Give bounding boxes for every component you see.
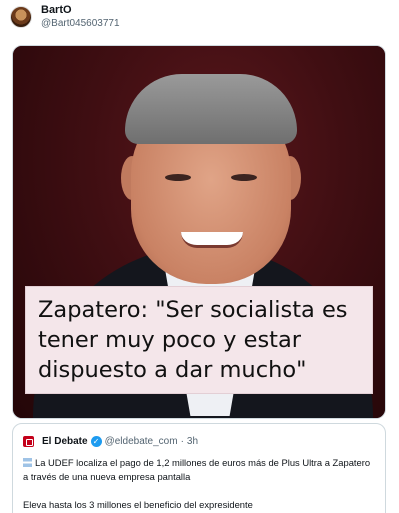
separator-dot: · <box>180 435 184 447</box>
author-names: BartO @Bart045603771 <box>41 4 120 30</box>
quoted-text-1: La UDEF localiza el pago de 1,2 millones… <box>23 457 371 482</box>
post-image[interactable]: Zapatero: "Ser socialista es tener muy p… <box>12 45 386 419</box>
quoted-display-name[interactable]: El Debate <box>42 436 88 447</box>
user-handle[interactable]: @Bart045603771 <box>41 17 120 30</box>
image-caption-text: Zapatero: "Ser socialista es tener muy p… <box>38 297 348 383</box>
quoted-handle[interactable]: @eldebate_com <box>105 436 178 447</box>
person-smile <box>181 232 243 248</box>
quoted-post[interactable]: El Debate ✓ @eldebate_com · 3h La UDEF l… <box>12 423 386 513</box>
argentina-flag-icon <box>23 458 32 467</box>
el-debate-logo-icon[interactable] <box>23 435 34 447</box>
quoted-paragraph-2: Eleva hasta los 3 millones el beneficio … <box>23 499 253 510</box>
quoted-post-body: La UDEF localiza el pago de 1,2 millones… <box>23 456 375 512</box>
image-caption-box: Zapatero: "Ser socialista es tener muy p… <box>25 286 373 394</box>
person-eye-left <box>165 174 191 181</box>
post-header: BartO @Bart045603771 <box>10 3 120 31</box>
quoted-post-header: El Debate ✓ @eldebate_com · 3h <box>23 434 375 448</box>
verified-badge-icon: ✓ <box>90 435 102 447</box>
person-eye-right <box>231 174 257 181</box>
quoted-timestamp[interactable]: 3h <box>187 436 198 447</box>
user-avatar[interactable] <box>10 6 32 28</box>
display-name[interactable]: BartO <box>41 4 120 17</box>
person-hair <box>125 74 297 144</box>
quoted-paragraph-1: La UDEF localiza el pago de 1,2 millones… <box>23 456 375 484</box>
